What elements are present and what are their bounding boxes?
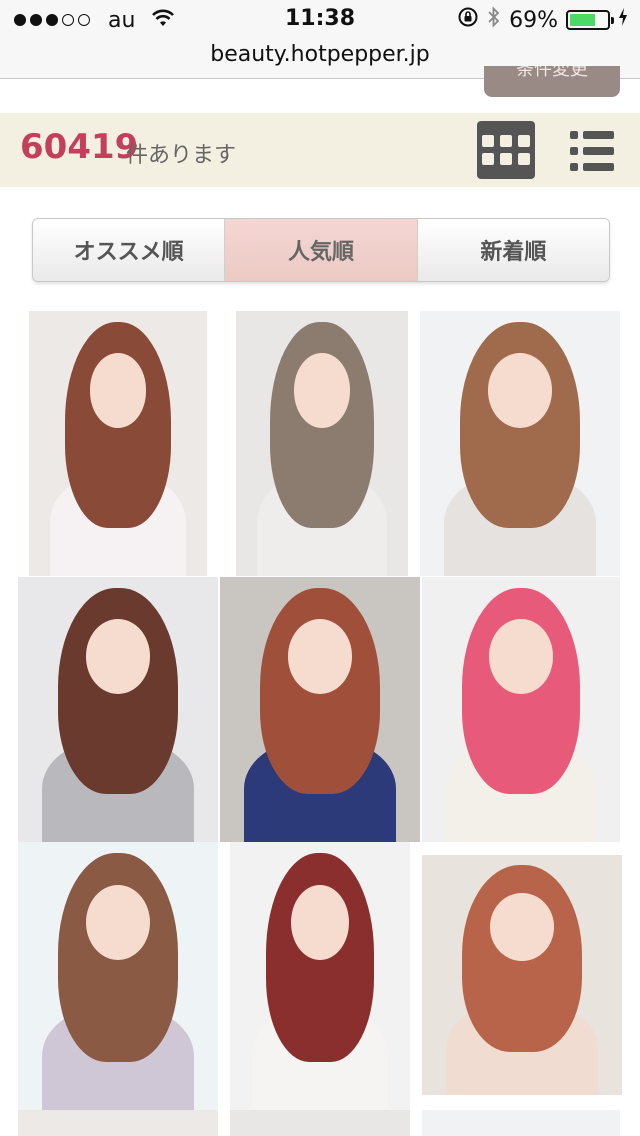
results-count-bar: 60419 件あります — [0, 113, 640, 187]
list-view-icon[interactable] — [570, 129, 614, 173]
bluetooth-icon — [487, 6, 501, 34]
tab-label: 新着順 — [480, 240, 547, 265]
hairstyle-photo[interactable] — [18, 577, 218, 842]
change-conditions-button[interactable]: 条件変更 — [484, 66, 620, 97]
url-text: beauty.hotpepper.jp — [210, 42, 430, 67]
battery-percent: 69% — [509, 7, 558, 33]
battery-level — [570, 14, 595, 26]
hairstyle-photo[interactable] — [18, 1110, 218, 1136]
change-conditions-label: 条件変更 — [516, 66, 588, 80]
grid-view-icon[interactable] — [477, 121, 535, 179]
photo-face — [489, 619, 553, 694]
photo-face — [488, 353, 552, 428]
rotation-lock-icon — [457, 6, 479, 34]
tab-recommended[interactable]: オススメ順 — [33, 219, 226, 281]
photo-face — [86, 884, 150, 960]
charging-icon — [618, 7, 628, 33]
hairstyle-photo[interactable] — [220, 577, 420, 842]
battery-icon — [566, 10, 614, 30]
hairstyle-photo[interactable] — [236, 311, 408, 576]
hairstyle-photo[interactable] — [420, 311, 620, 576]
photo-face — [294, 353, 350, 428]
tab-label: オススメ順 — [73, 240, 184, 265]
hairstyle-photo[interactable] — [29, 311, 207, 576]
photo-face — [490, 893, 554, 961]
hairstyle-photo[interactable] — [18, 842, 218, 1110]
status-icons: 69% — [457, 6, 628, 34]
photo-face — [86, 619, 150, 694]
tab-popular[interactable]: 人気順 — [225, 219, 418, 281]
hairstyle-photo[interactable] — [230, 842, 410, 1110]
status-bar: au 11:38 69% — [0, 0, 640, 40]
hairstyle-photo[interactable] — [422, 577, 620, 842]
hairstyle-photo[interactable] — [422, 855, 622, 1095]
sort-tabs: オススメ順 人気順 新着順 — [32, 218, 610, 282]
tab-newest[interactable]: 新着順 — [417, 219, 609, 281]
photo-face — [291, 884, 349, 960]
battery-tip — [611, 17, 614, 24]
photo-face — [89, 353, 147, 428]
hairstyle-photo[interactable] — [422, 1110, 620, 1136]
results-count-suffix: 件あります — [126, 143, 237, 168]
results-count: 60419 — [20, 127, 139, 167]
photo-face — [288, 619, 352, 694]
hairstyle-photo[interactable] — [230, 1110, 410, 1136]
tab-label: 人気順 — [287, 240, 354, 265]
